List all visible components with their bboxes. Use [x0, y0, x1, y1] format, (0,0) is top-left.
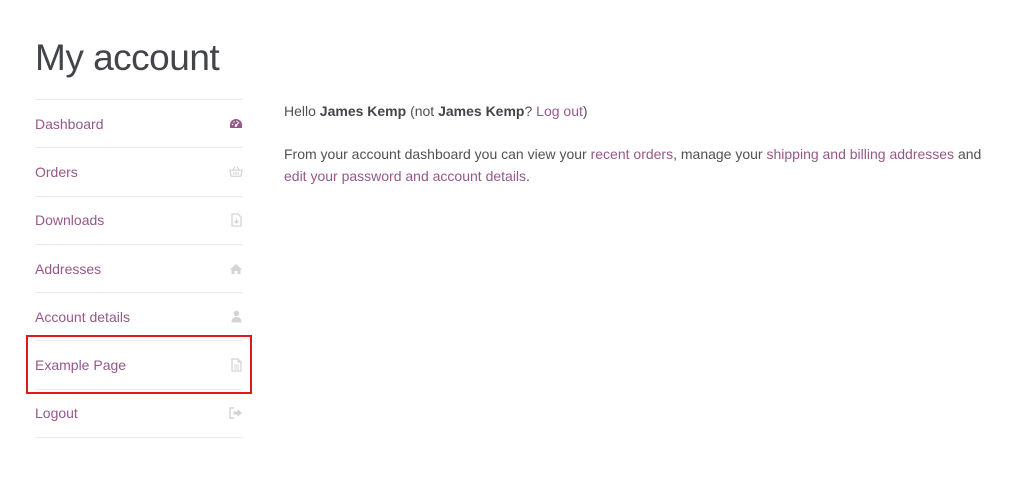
- basket-icon: [229, 165, 243, 179]
- user-icon: [229, 310, 243, 324]
- nav-item-label: Account details: [35, 308, 130, 325]
- nav-item-label: Downloads: [35, 212, 105, 229]
- user-name-alt: James Kemp: [438, 103, 525, 119]
- logout-link[interactable]: Log out: [536, 103, 583, 119]
- file-icon: [229, 358, 243, 372]
- account-navigation: Dashboard Orders Downloads Addresses Acc…: [35, 99, 243, 439]
- nav-item-logout[interactable]: Logout: [35, 390, 243, 439]
- greeting-question: ?: [524, 103, 537, 119]
- greeting-hello: Hello: [284, 103, 320, 119]
- recent-orders-link[interactable]: recent orders: [591, 146, 673, 162]
- home-icon: [229, 262, 243, 276]
- nav-item-label: Example Page: [35, 357, 127, 374]
- desc-part-3: and: [954, 146, 982, 162]
- nav-item-label: Dashboard: [35, 115, 104, 132]
- dashboard-content: Hello James Kemp (not James Kemp? Log ou…: [284, 100, 994, 187]
- addresses-link[interactable]: shipping and billing addresses: [766, 146, 954, 162]
- dashboard-description: From your account dashboard you can view…: [284, 143, 994, 187]
- page-title: My account: [35, 37, 220, 78]
- nav-item-label: Orders: [35, 163, 78, 180]
- nav-item-orders[interactable]: Orders: [35, 148, 243, 197]
- nav-item-addresses[interactable]: Addresses: [35, 245, 243, 294]
- nav-item-dashboard[interactable]: Dashboard: [35, 100, 243, 149]
- desc-part-1: From your account dashboard you can view…: [284, 146, 591, 162]
- nav-item-downloads[interactable]: Downloads: [35, 197, 243, 245]
- nav-item-label: Addresses: [35, 260, 102, 277]
- desc-part-2: , manage your: [673, 146, 767, 162]
- dashboard-icon: [229, 117, 243, 131]
- user-name: James Kemp: [319, 103, 407, 119]
- greeting-text: Hello James Kemp (not James Kemp? Log ou…: [284, 100, 994, 122]
- nav-item-example-page[interactable]: Example Page: [35, 341, 243, 390]
- nav-item-account-details[interactable]: Account details: [35, 293, 243, 342]
- desc-part-4: .: [526, 168, 530, 184]
- greeting-close: ): [582, 103, 588, 119]
- file-download-icon: [229, 213, 243, 227]
- account-details-link[interactable]: edit your password and account details: [284, 168, 526, 184]
- sign-out-icon: [229, 406, 243, 420]
- greeting-not: (not: [406, 103, 439, 119]
- nav-item-label: Logout: [35, 405, 78, 422]
